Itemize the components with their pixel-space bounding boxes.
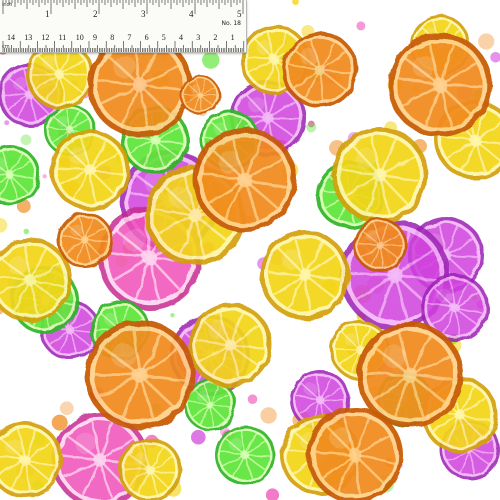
lemon-slice	[118, 438, 182, 500]
ruler-cm-number: 12	[41, 33, 49, 42]
lemon-slice	[0, 422, 63, 498]
ruler-inch-unit: inch	[2, 2, 13, 8]
ruler-cm-number: 13	[24, 33, 32, 42]
orange-slice	[353, 218, 407, 272]
ruler-cm-number: 2	[213, 33, 217, 42]
orange-slice	[282, 32, 358, 108]
paint-splatter	[202, 51, 220, 69]
ruler-cm-number: 10	[76, 33, 84, 42]
paint-splatter	[306, 122, 317, 133]
paint-splatter	[23, 228, 30, 235]
ruler-inch-number: 4	[189, 9, 194, 19]
lemon-slice	[50, 130, 130, 210]
paint-splatter	[170, 313, 175, 318]
paint-splatter	[42, 174, 47, 179]
orange-slice	[388, 33, 492, 137]
ruler-cm-number: 1	[231, 33, 235, 42]
ruler-cm-number: 6	[145, 33, 149, 42]
ruler-cm-number: 4	[179, 33, 183, 42]
ruler-cm-number: 14	[7, 33, 15, 42]
paint-splatter	[490, 52, 500, 63]
orange-slice	[180, 75, 220, 115]
ruler-number-label: No. 18	[221, 20, 241, 27]
paint-splatter	[4, 120, 10, 126]
orange-slice	[307, 407, 403, 500]
ruler-cm-number: 9	[93, 33, 97, 42]
orange-slice	[193, 128, 297, 232]
paint-splatter	[191, 429, 206, 445]
citrus-slice-pattern	[0, 0, 500, 500]
ruler-inch-number: 2	[93, 9, 98, 19]
orange-slice	[57, 212, 113, 268]
paint-splatter	[59, 401, 74, 416]
paint-splatter	[478, 33, 495, 50]
ruler-inch-number: 1	[45, 9, 50, 19]
ruler-cm-number: 8	[110, 33, 114, 42]
ruler-cm-number: 3	[196, 33, 200, 42]
paint-splatter	[260, 407, 277, 424]
paint-splatter	[0, 218, 8, 233]
lemon-slice	[188, 303, 272, 387]
ruler-cm-number: 11	[59, 33, 67, 42]
paint-splatter	[265, 488, 280, 500]
lemon-slice	[260, 230, 350, 320]
ruler-cm-number: 7	[127, 33, 131, 42]
paint-splatter	[247, 394, 258, 405]
ruler-inch-number: 5	[237, 9, 242, 19]
paint-splatter	[20, 134, 32, 146]
orange-slice	[85, 320, 195, 430]
lime-slice	[215, 425, 275, 485]
paint-splatter	[292, 0, 299, 5]
ruler-inch-number: 3	[141, 9, 146, 19]
ruler-cm-unit: cm	[2, 44, 10, 50]
measuring-ruler: 1 2 3 4 5 14 13 12 11 10 9 8 7 6 5 4 3 2 1 inch No. 18 cm	[0, 0, 247, 53]
paint-splatter	[356, 21, 366, 31]
ruler-cm-number: 5	[162, 33, 166, 42]
lime-slice	[0, 145, 40, 205]
lemon-slice	[332, 127, 428, 223]
